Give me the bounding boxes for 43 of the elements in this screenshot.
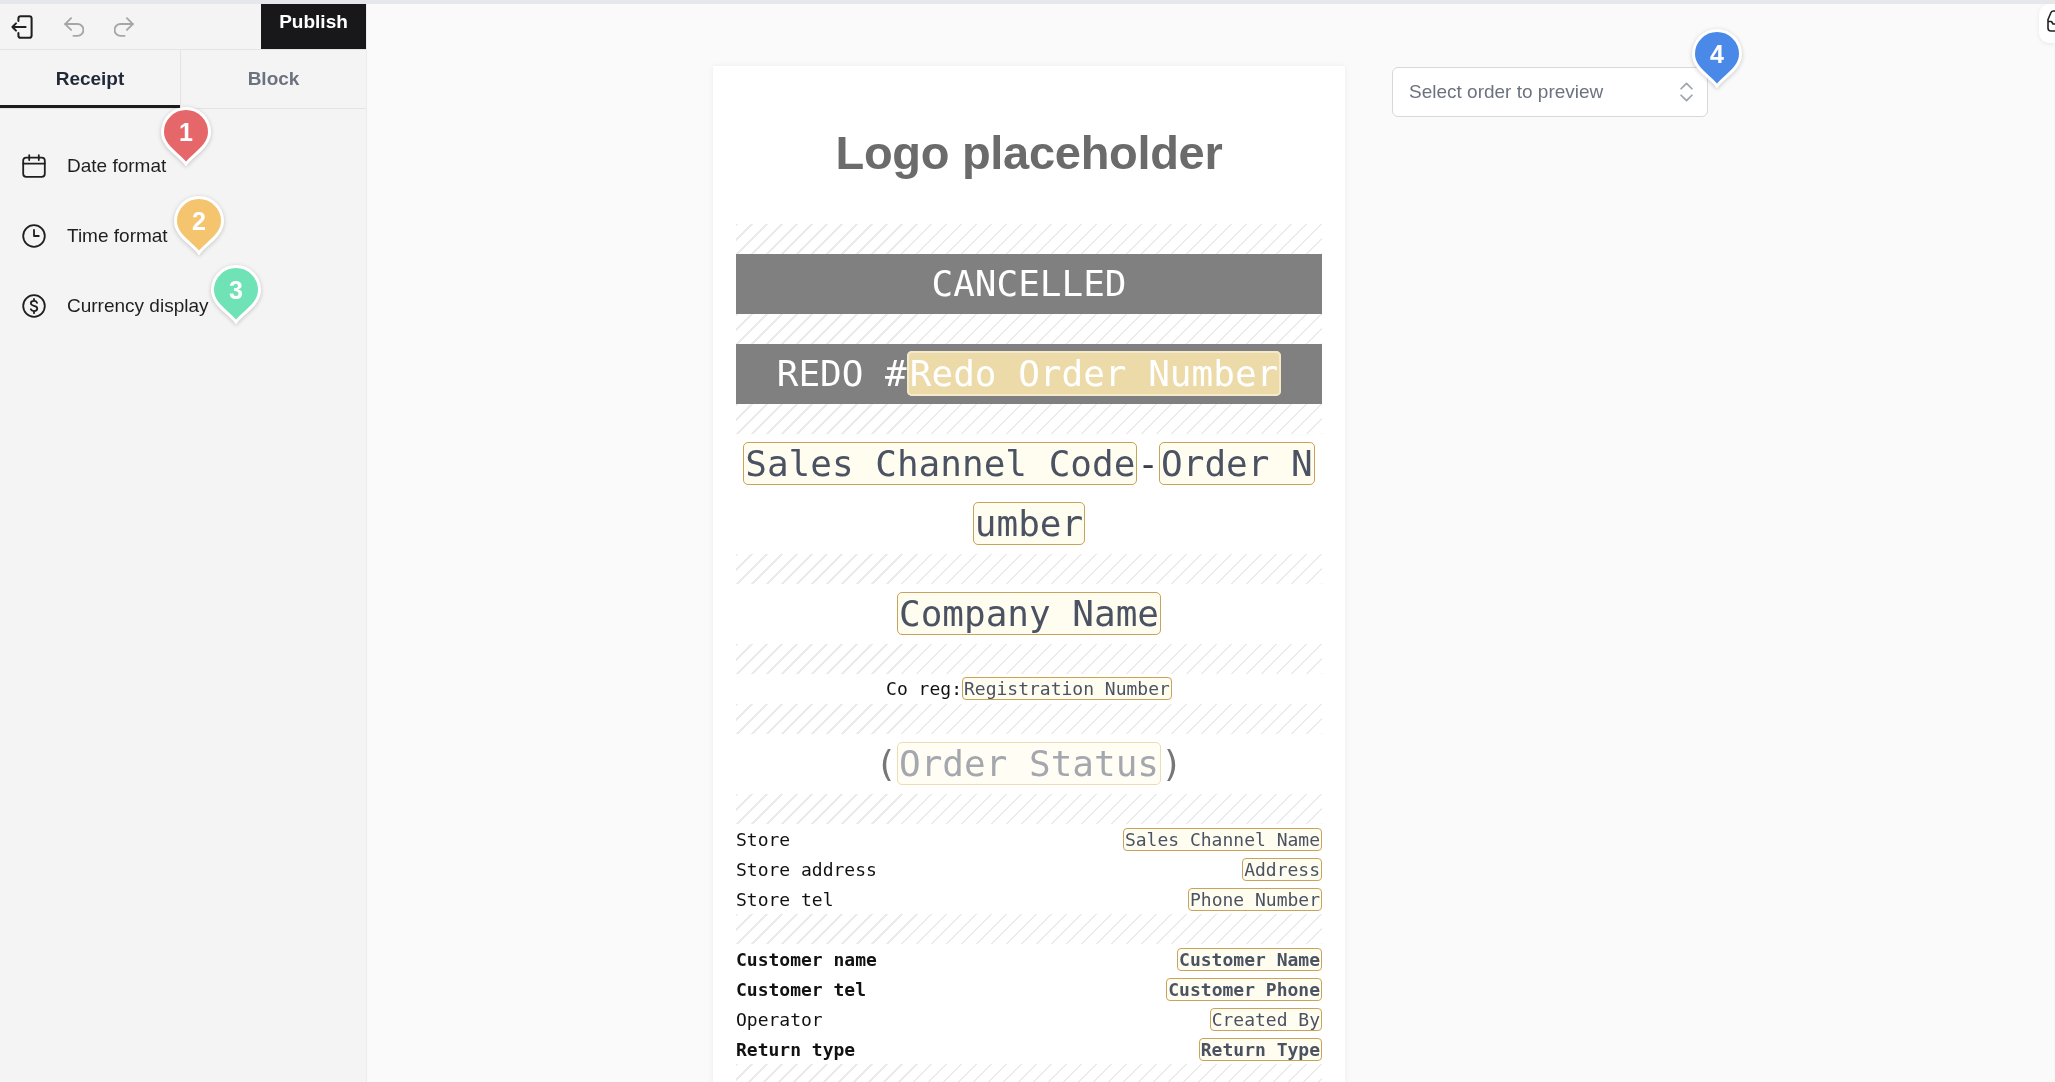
panel-tab[interactable]: [2039, 4, 2055, 43]
sidebar-tab[interactable]: Receipt: [0, 50, 181, 108]
row-label: Customer name: [736, 948, 877, 970]
row-label: Store tel: [736, 888, 834, 910]
exit-icon[interactable]: [10, 14, 34, 39]
variable-chip: Company Name: [896, 592, 1162, 635]
banner-text: CANCELLED: [931, 263, 1127, 304]
receipt-text: (: [875, 743, 897, 784]
row-label: Operator: [736, 1008, 823, 1030]
variable-chip: Sales Channel Name: [1122, 827, 1322, 851]
receipt-text: -: [1137, 443, 1160, 484]
receipt-text: ): [1161, 743, 1183, 784]
calendar-icon: [22, 154, 46, 178]
variable-chip: Redo Order Number: [906, 351, 1282, 396]
clock-icon: [22, 224, 46, 248]
logo-text: Logo placeholder: [835, 124, 1223, 180]
variable-chip: Sales Channel Code: [743, 442, 1138, 485]
sidebar-tab[interactable]: Block: [181, 50, 366, 108]
variable-chip: Created By: [1209, 1007, 1322, 1031]
variable-chip: Order Status: [896, 742, 1162, 785]
variable-chip: Return Type: [1198, 1037, 1322, 1061]
numbered-pin: 3: [209, 264, 262, 324]
variable-chip: Address: [1242, 857, 1322, 881]
row-label: Store: [736, 828, 791, 850]
row-label: Customer tel: [736, 978, 867, 1000]
row-label: Return type: [736, 1038, 856, 1060]
receipt-text: Co reg:: [886, 678, 962, 699]
variable-chip: Registration Number: [961, 677, 1172, 700]
variable-chip: Order N: [1159, 442, 1315, 485]
settings-item[interactable]: Time format: [22, 218, 168, 254]
dollar-circle-icon: [22, 294, 46, 318]
variable-chip: Phone Number: [1187, 887, 1322, 911]
banner-text: REDO #: [776, 353, 907, 394]
settings-item[interactable]: Currency display: [22, 288, 209, 324]
numbered-pin: 2: [172, 195, 225, 255]
variable-chip: Customer Name: [1177, 947, 1322, 971]
order-select[interactable]: Select order to preview: [1392, 67, 1708, 117]
chevron-updown-icon: [1680, 82, 1693, 102]
variable-chip: Customer Phone: [1166, 977, 1322, 1001]
publish-button[interactable]: Publish: [261, 4, 366, 49]
tray-icon: [2047, 10, 2055, 32]
row-label: Store address: [736, 858, 877, 880]
variable-chip: umber: [972, 502, 1086, 545]
